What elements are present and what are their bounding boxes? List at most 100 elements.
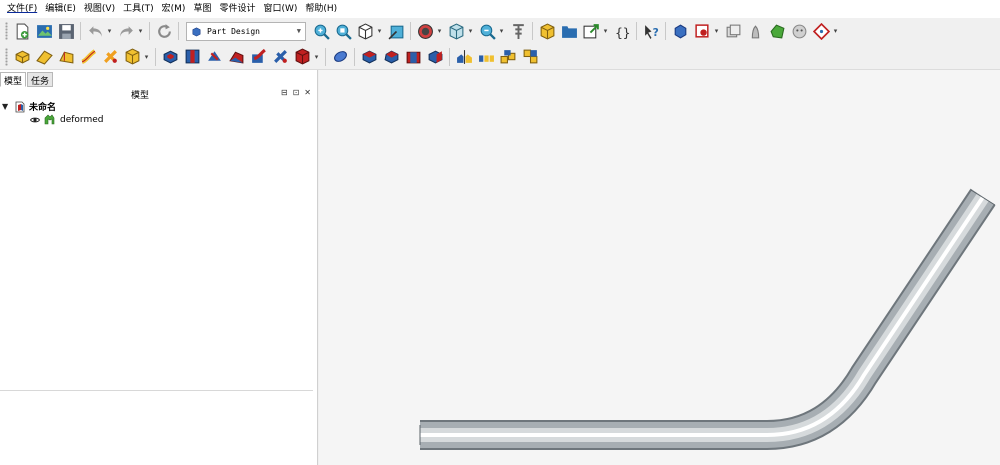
collapse-icon[interactable]: ⊟ [281,88,288,97]
macro-icon[interactable]: {} [612,21,632,41]
link-icon[interactable] [581,21,601,41]
menu-help[interactable]: 帮助(H) [301,0,341,18]
panel-tabs: 模型 任务 [0,72,54,89]
zoom-icon[interactable] [477,21,497,41]
fillet-icon[interactable] [359,47,379,67]
shape-binder-icon[interactable] [692,21,712,41]
tree-item-root[interactable]: ▼ 未命名 [2,100,103,113]
thickness-icon[interactable] [425,47,445,67]
hole-icon[interactable] [182,47,202,67]
view-fit-selection-icon[interactable] [333,21,353,41]
open-document-icon[interactable] [34,21,54,41]
mirrored-icon[interactable] [454,47,474,67]
panel-controls: ⊟ ⊡ ✕ [281,88,311,97]
link-dropdown-arrow[interactable]: ▾ [602,21,609,41]
bounding-box-dropdown-arrow[interactable]: ▾ [467,21,474,41]
create-part-icon[interactable] [537,21,557,41]
pad-icon[interactable] [12,47,32,67]
additive-pipe-icon[interactable] [78,47,98,67]
datum-dropdown-arrow[interactable]: ▾ [832,21,839,41]
draw-style-dropdown-arrow[interactable]: ▾ [436,21,443,41]
additive-primitive-dropdown-arrow[interactable]: ▾ [143,47,150,67]
svg-text:?: ? [652,25,658,38]
menu-macro[interactable]: 宏(M) [158,0,190,18]
tab-tasks[interactable]: 任务 [27,72,54,87]
view-fit-all-icon[interactable] [311,21,331,41]
3d-viewport[interactable] [319,70,1000,465]
float-icon[interactable]: ⊡ [293,88,300,97]
subtractive-loft-icon[interactable] [226,47,246,67]
create-group-icon[interactable] [559,21,579,41]
tree-item-deformed[interactable]: deformed [2,113,103,126]
toolbar-separator [178,22,179,40]
zoom-dropdown-arrow[interactable]: ▾ [498,21,505,41]
close-icon[interactable]: ✕ [304,88,311,97]
redo-dropdown-arrow[interactable]: ▾ [137,21,144,41]
toolbar-separator [636,22,637,40]
menu-edit[interactable]: 编辑(E) [41,0,80,18]
pipe-model[interactable] [319,70,1000,465]
tab-model[interactable]: 模型 [0,72,27,87]
menu-bar: 文件(F) 编辑(E) 视图(V) 工具(T) 宏(M) 草图 零件设计 窗口(… [0,0,1000,18]
subtractive-primitive-dropdown-arrow[interactable]: ▾ [313,47,320,67]
toolbar-separator [325,47,326,66]
workbench-selector[interactable]: Part Design ▼ [186,21,306,41]
toolbar-grip[interactable] [5,22,8,40]
toolbar-separator [149,22,150,40]
toolbar-separator [80,22,81,40]
refresh-icon[interactable] [154,21,174,41]
toolbar-separator [449,47,450,66]
boolean-icon[interactable] [330,47,350,67]
shape-binder-dropdown-arrow[interactable]: ▾ [713,21,720,41]
chamfer-icon[interactable] [381,47,401,67]
subtractive-primitive-icon[interactable] [292,47,312,67]
toolbar-separator [354,47,355,66]
undo-icon[interactable] [85,21,105,41]
save-icon[interactable] [56,21,76,41]
measure-distance-icon[interactable] [508,21,528,41]
multi-transform-icon[interactable] [520,47,540,67]
subtractive-pipe-icon[interactable] [248,47,268,67]
toolbar-separator [410,22,411,40]
pocket-icon[interactable] [160,47,180,67]
attach-sketch-icon[interactable] [789,21,809,41]
validate-sketch-icon[interactable] [767,21,787,41]
revolution-icon[interactable] [34,47,54,67]
expand-toggle-icon[interactable]: ▼ [2,102,12,111]
sketch-icon[interactable] [745,21,765,41]
redo-icon[interactable] [116,21,136,41]
menu-file[interactable]: 文件(F) [3,0,41,18]
whats-this-icon[interactable]: ? [641,21,661,41]
draw-style-icon[interactable] [415,21,435,41]
groove-icon[interactable] [204,47,224,67]
toolbar-grip[interactable] [5,47,8,66]
part-design-icon [192,27,201,36]
subtractive-helix-icon[interactable] [270,47,290,67]
new-document-icon[interactable] [12,21,32,41]
body-icon[interactable] [670,21,690,41]
menu-part-design[interactable]: 零件设计 [215,0,259,18]
undo-dropdown-arrow[interactable]: ▾ [106,21,113,41]
toolbar-separator [665,22,666,40]
additive-loft-icon[interactable] [56,47,76,67]
document-icon [15,101,25,112]
property-view-panel [0,390,313,465]
bounding-box-icon[interactable] [446,21,466,41]
eye-icon[interactable] [30,116,40,124]
additive-primitive-icon[interactable] [122,47,142,67]
datum-plane-icon[interactable] [811,21,831,41]
additive-helix-icon[interactable] [100,47,120,67]
clone-icon[interactable] [723,21,743,41]
draft-icon[interactable] [403,47,423,67]
polar-pattern-icon[interactable] [498,47,518,67]
linear-pattern-icon[interactable] [476,47,496,67]
part-design-toolbar: ▾ ▾ [0,44,1000,70]
menu-sketch[interactable]: 草图 [189,0,215,18]
measure-icon[interactable] [386,21,406,41]
toolbar-separator [532,22,533,40]
menu-view[interactable]: 视图(V) [80,0,119,18]
standard-views-dropdown-arrow[interactable]: ▾ [376,21,383,41]
menu-window[interactable]: 窗口(W) [259,0,301,18]
standard-views-icon[interactable] [355,21,375,41]
menu-tools[interactable]: 工具(T) [119,0,158,18]
